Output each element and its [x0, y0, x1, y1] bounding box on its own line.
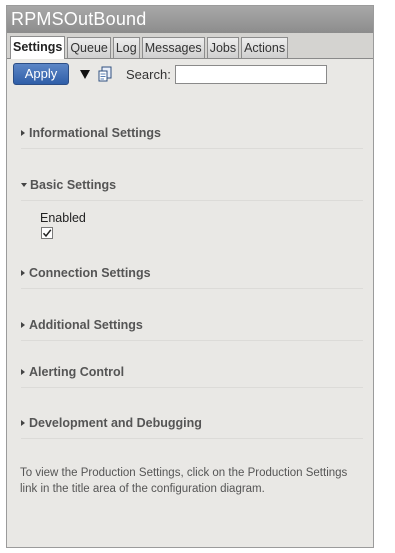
toolbar: Apply Search:: [7, 59, 373, 89]
section-label: Alerting Control: [29, 365, 125, 379]
tab-queue[interactable]: Queue: [67, 37, 111, 58]
collapse-triangle-icon: [21, 183, 27, 187]
section-divider: [21, 288, 363, 289]
section-label: Basic Settings: [30, 178, 117, 192]
expand-triangle-icon: [21, 420, 25, 426]
section-basic-settings[interactable]: Basic Settings: [21, 178, 116, 192]
expand-triangle-icon: [21, 369, 25, 375]
production-settings-hint: To view the Production Settings, click o…: [20, 467, 348, 495]
tab-messages[interactable]: Messages: [141, 37, 205, 58]
expand-triangle-icon: [21, 130, 25, 136]
section-informational-settings[interactable]: Informational Settings: [21, 126, 161, 140]
tab-log[interactable]: Log: [112, 37, 140, 58]
section-divider: [21, 200, 363, 201]
section-label: Informational Settings: [29, 126, 161, 140]
section-additional-settings[interactable]: Additional Settings: [21, 318, 143, 332]
search-label: Search:: [126, 66, 171, 82]
enabled-checkbox[interactable]: [41, 227, 53, 239]
section-label: Development and Debugging: [29, 416, 202, 430]
section-connection-settings[interactable]: Connection Settings: [21, 266, 151, 280]
section-divider: [21, 387, 363, 388]
expand-triangle-icon: [21, 322, 25, 328]
section-alerting-control[interactable]: Alerting Control: [21, 365, 124, 379]
tab-jobs[interactable]: Jobs: [206, 37, 240, 58]
tab-bar: Settings Queue Log Messages Jobs Actions: [7, 33, 373, 59]
expand-triangle-icon: [21, 270, 25, 276]
section-divider: [21, 438, 363, 439]
tab-settings[interactable]: Settings: [10, 36, 66, 59]
search-input[interactable]: [174, 64, 327, 84]
section-development-and-debugging[interactable]: Development and Debugging: [21, 416, 202, 430]
section-label: Connection Settings: [29, 266, 151, 280]
enabled-label: Enabled: [40, 211, 86, 225]
section-label: Additional Settings: [29, 318, 143, 332]
window-title: RPMSOutBound: [7, 6, 373, 33]
dropdown-triangle-icon[interactable]: [80, 69, 90, 79]
checkmark-icon: [42, 229, 52, 238]
section-divider: [21, 148, 363, 149]
tab-actions[interactable]: Actions: [241, 37, 289, 58]
apply-button[interactable]: Apply: [13, 63, 69, 85]
settings-panel: RPMSOutBound Settings Queue Log Messages…: [6, 5, 374, 548]
document-icon[interactable]: [97, 66, 113, 82]
section-divider: [21, 340, 363, 341]
